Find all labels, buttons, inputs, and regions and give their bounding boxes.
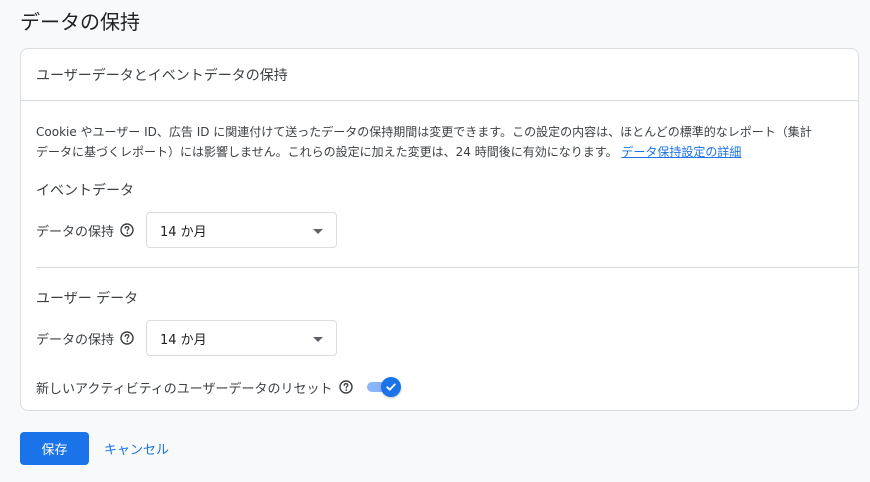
description-line-2-text: データに基づくレポート）には影響しません。これらの設定に加えた変更は、24 時間… (36, 145, 618, 159)
user-data-section-title: ユーザー データ (36, 291, 139, 307)
description-line-1: Cookie やユーザー ID、広告 ID に関連付けて送ったデータの保持期間は… (36, 125, 812, 139)
help-circle-icon[interactable] (120, 223, 134, 237)
toggle-knob (380, 377, 401, 397)
user-retention-select[interactable]: 14 か月 (146, 320, 337, 356)
event-data-section-title: イベントデータ (36, 183, 134, 199)
chevron-down-icon (313, 229, 323, 234)
event-retention-value: 14 か月 (160, 224, 207, 240)
check-icon (385, 383, 396, 391)
user-retention-row: データの保持 14 か月 (36, 320, 356, 356)
help-circle-icon[interactable] (120, 331, 134, 345)
reset-on-activity-label: 新しいアクティビティのユーザーデータのリセット (36, 381, 333, 397)
cancel-button[interactable]: キャンセル (100, 432, 173, 465)
page-title: データの保持 (20, 10, 140, 34)
user-retention-value: 14 か月 (160, 332, 207, 348)
section-divider (36, 267, 858, 268)
event-retention-label: データの保持 (36, 224, 115, 240)
reset-on-activity-toggle[interactable] (366, 376, 401, 398)
event-retention-row: データの保持 14 か月 (36, 212, 356, 248)
user-retention-label: データの保持 (36, 332, 115, 348)
reset-on-activity-row: 新しいアクティビティのユーザーデータのリセット (36, 376, 401, 398)
description-line-2: データに基づくレポート）には影響しません。これらの設定に加えた変更は、24 時間… (36, 142, 858, 162)
data-retention-card: ユーザーデータとイベントデータの保持 Cookie やユーザー ID、広告 ID… (20, 48, 859, 411)
event-retention-select[interactable]: 14 か月 (146, 212, 337, 248)
retention-settings-help-link[interactable]: データ保持設定の詳細 (621, 145, 741, 159)
chevron-down-icon (313, 337, 323, 342)
save-button[interactable]: 保存 (20, 432, 89, 465)
card-header: ユーザーデータとイベントデータの保持 (21, 49, 858, 101)
retention-description: Cookie やユーザー ID、広告 ID に関連付けて送ったデータの保持期間は… (36, 122, 858, 162)
help-circle-icon[interactable] (338, 380, 353, 394)
